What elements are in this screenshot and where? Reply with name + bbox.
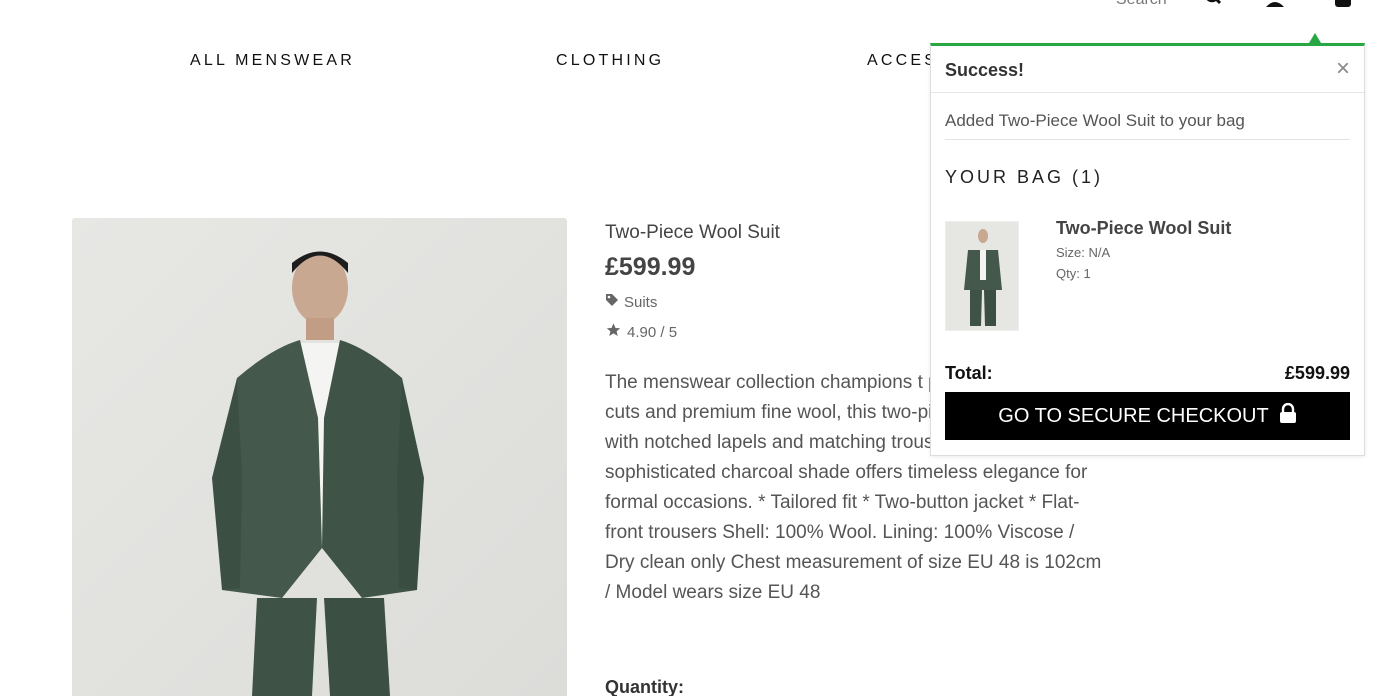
total-label: Total: — [945, 363, 993, 383]
checkout-label: GO TO SECURE CHECKOUT — [998, 404, 1269, 427]
bag-item-qty: Qty: 1 — [1056, 266, 1091, 281]
popup-header: Success! × — [931, 46, 1364, 93]
rating-value: 4.90 / 5 — [627, 323, 678, 341]
popup-title: Success! — [945, 60, 1025, 80]
nav-item-accessories[interactable]: ACCES — [867, 52, 938, 70]
product-rating: 4.90 / 5 — [605, 322, 677, 342]
popup-message: Added Two-Piece Wool Suit to your bag — [945, 111, 1245, 130]
close-icon[interactable]: × — [1336, 57, 1350, 81]
search-icon[interactable] — [1203, 0, 1223, 8]
search-label[interactable]: Search — [1116, 0, 1167, 9]
bag-item-thumbnail[interactable] — [945, 221, 1019, 331]
lock-icon — [1279, 402, 1297, 429]
nav-item-clothing[interactable]: CLOTHING — [556, 52, 664, 70]
product-category[interactable]: Suits — [605, 293, 657, 311]
total-value: £599.99 — [1284, 363, 1350, 383]
bag-icon[interactable] — [1333, 0, 1353, 8]
nav-item-all-menswear[interactable]: ALL MENSWEAR — [190, 52, 355, 70]
bag-item-name[interactable]: Two-Piece Wool Suit — [1056, 218, 1231, 239]
tag-icon — [605, 293, 619, 311]
category-label[interactable]: Suits — [624, 294, 657, 311]
account-icon[interactable] — [1264, 0, 1286, 8]
product-price: £599.99 — [605, 253, 696, 281]
secure-checkout-button[interactable]: GO TO SECURE CHECKOUT — [945, 392, 1350, 440]
divider — [945, 139, 1350, 140]
quantity-label: Quantity: — [605, 677, 684, 696]
product-title: Two-Piece Wool Suit — [605, 222, 780, 243]
bag-item-size: Size: N/A — [1056, 245, 1111, 260]
star-icon — [605, 322, 622, 342]
bag-heading: YOUR BAG (1) — [945, 167, 1104, 187]
popup-arrow — [1309, 33, 1321, 43]
bag-success-popup: Success! × Added Two-Piece Wool Suit to … — [930, 43, 1365, 456]
product-image — [72, 218, 567, 696]
